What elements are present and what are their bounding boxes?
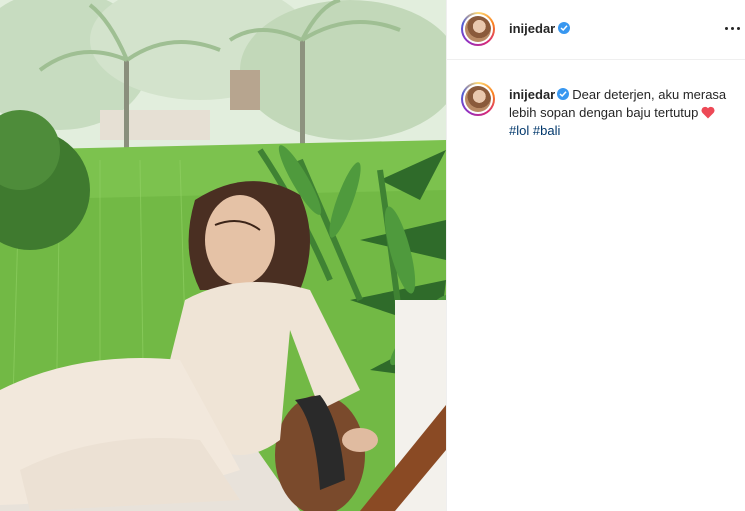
profile-avatar-image	[465, 86, 491, 112]
author-username-link[interactable]: inijedar	[509, 21, 555, 36]
verified-badge-icon	[557, 88, 570, 100]
caption-author-avatar[interactable]	[461, 82, 495, 116]
photo-scene	[0, 0, 446, 511]
instagram-post: inijedar inijedar Dear deterjen, aku mera…	[0, 0, 745, 511]
verified-badge-icon	[558, 22, 570, 34]
red-heart-icon	[701, 106, 715, 119]
post-header: inijedar	[447, 0, 745, 60]
more-horizontal-icon[interactable]	[722, 18, 744, 40]
hashtag-link[interactable]: #bali	[533, 123, 560, 138]
profile-avatar-image	[465, 16, 491, 42]
post-side-panel: inijedar inijedar Dear deterjen, aku mera…	[446, 0, 745, 511]
post-photo[interactable]	[0, 0, 446, 511]
caption-text-block: inijedar Dear deterjen, aku merasa lebih …	[509, 86, 729, 140]
caption-username-link[interactable]: inijedar	[509, 87, 555, 102]
author-avatar[interactable]	[461, 12, 495, 46]
hashtag-link[interactable]: #lol	[509, 123, 529, 138]
